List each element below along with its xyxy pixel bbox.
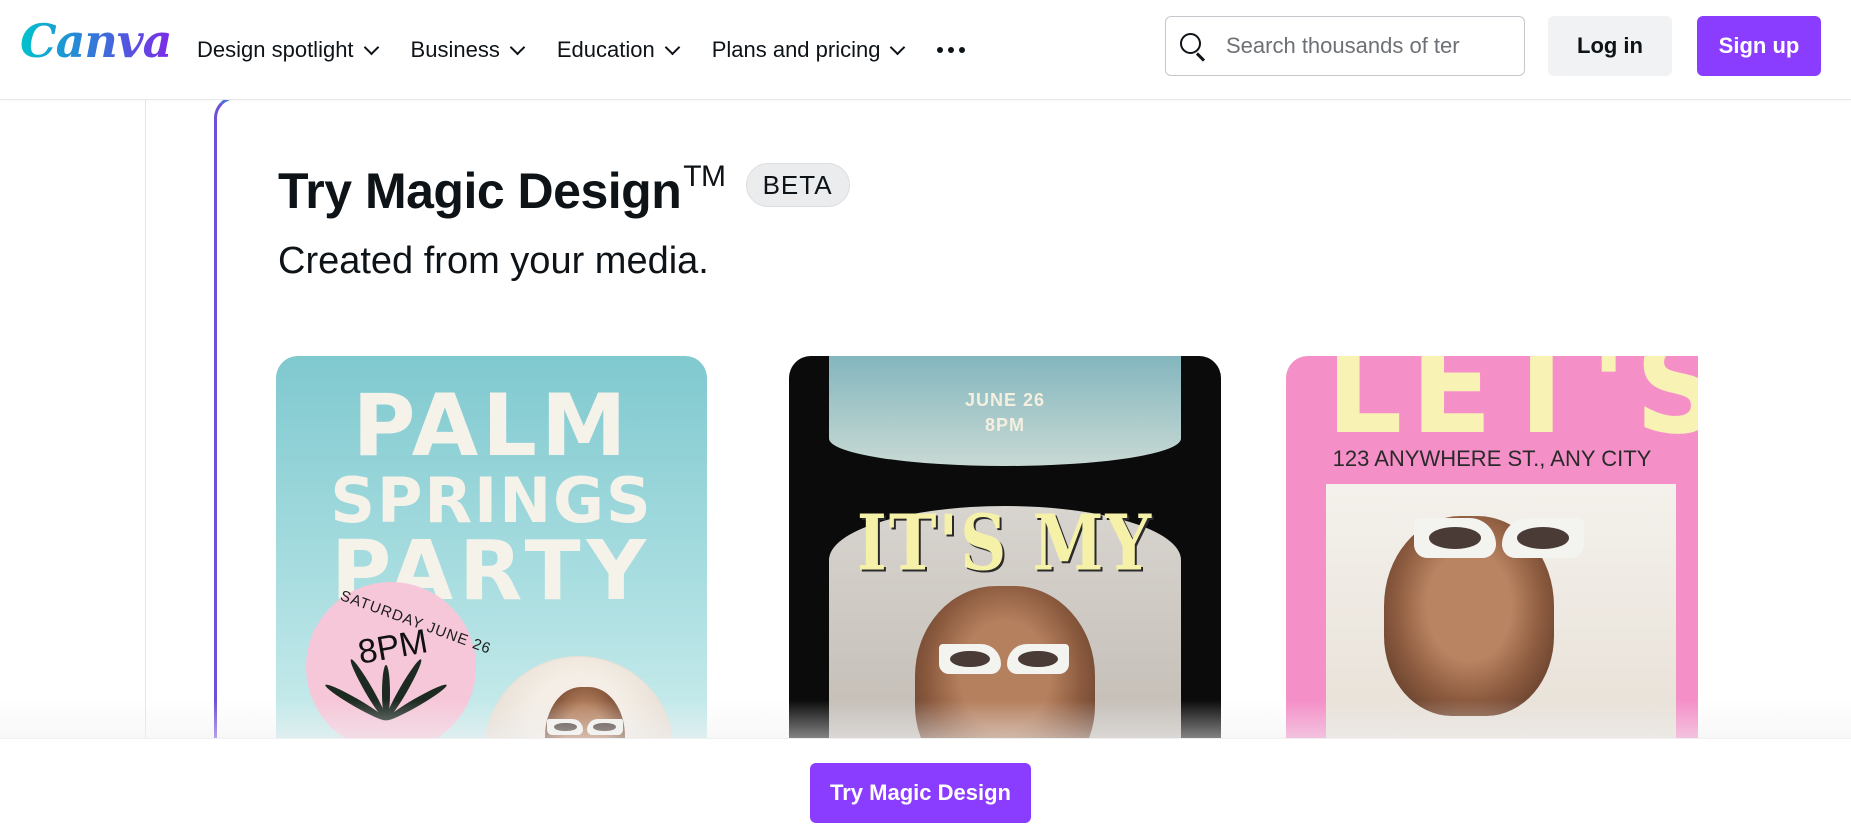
nav-label: Design spotlight xyxy=(197,37,354,62)
scroll-fade xyxy=(0,700,1851,740)
hero-title-row: Try Magic DesignTM BETA xyxy=(278,160,850,220)
nav-plans-and-pricing[interactable]: Plans and pricing xyxy=(695,30,921,70)
more-horizontal-icon[interactable] xyxy=(920,30,982,70)
poster-date: JUNE 26 8PM xyxy=(964,390,1046,435)
nav-label: Plans and pricing xyxy=(711,37,881,62)
top-nav-bar: Canva Design spotlight Business Educatio… xyxy=(0,0,1851,100)
bottom-cta-bar: Try Magic Design xyxy=(0,738,1851,836)
chevron-down-icon xyxy=(363,39,379,55)
log-in-button[interactable]: Log in xyxy=(1548,16,1672,76)
chevron-down-icon xyxy=(509,39,526,55)
beta-badge: BETA xyxy=(745,163,850,207)
design-card-palm-springs[interactable]: PALM SPRINGS PARTY SATURDAY JUNE 26 8PM xyxy=(276,356,707,756)
palm-sky-image: JUNE 26 8PM xyxy=(829,356,1181,466)
design-card-its-my-birthday[interactable]: JUNE 26 8PM IT'S MY xyxy=(789,356,1221,756)
poster-address: 123 ANYWHERE ST., ANY CITY xyxy=(1332,446,1652,471)
page-title: Try Magic DesignTM xyxy=(278,160,726,219)
search-input[interactable] xyxy=(1226,33,1496,59)
poster-text: PALM xyxy=(352,376,631,476)
dot xyxy=(948,47,955,53)
sunglasses-image xyxy=(939,644,1069,674)
chevron-down-icon xyxy=(664,39,680,55)
nav-education[interactable]: Education xyxy=(540,30,695,70)
dot xyxy=(959,47,966,53)
canva-logo[interactable]: Canva xyxy=(20,14,172,68)
sunglasses-image xyxy=(1414,518,1584,558)
dot xyxy=(937,47,944,53)
chevron-down-icon xyxy=(890,39,906,55)
sign-up-button[interactable]: Sign up xyxy=(1697,16,1821,76)
poster-headline: IT'S MY xyxy=(856,498,1154,589)
nav-label: Business xyxy=(410,37,500,62)
hero-subtitle: Created from your media. xyxy=(278,240,709,282)
search-icon xyxy=(1180,33,1206,62)
try-magic-design-button[interactable]: Try Magic Design xyxy=(810,763,1031,823)
nav-design-spotlight[interactable]: Design spotlight xyxy=(180,30,394,70)
design-card-lets[interactable]: LET'S 123 ANYWHERE ST., ANY CITY xyxy=(1286,356,1698,756)
main-nav: Design spotlight Business Education Plan… xyxy=(180,30,982,70)
nav-label: Education xyxy=(556,37,655,62)
trademark-mark: TM xyxy=(683,160,726,193)
search-box[interactable] xyxy=(1165,16,1525,76)
nav-business[interactable]: Business xyxy=(394,30,540,70)
